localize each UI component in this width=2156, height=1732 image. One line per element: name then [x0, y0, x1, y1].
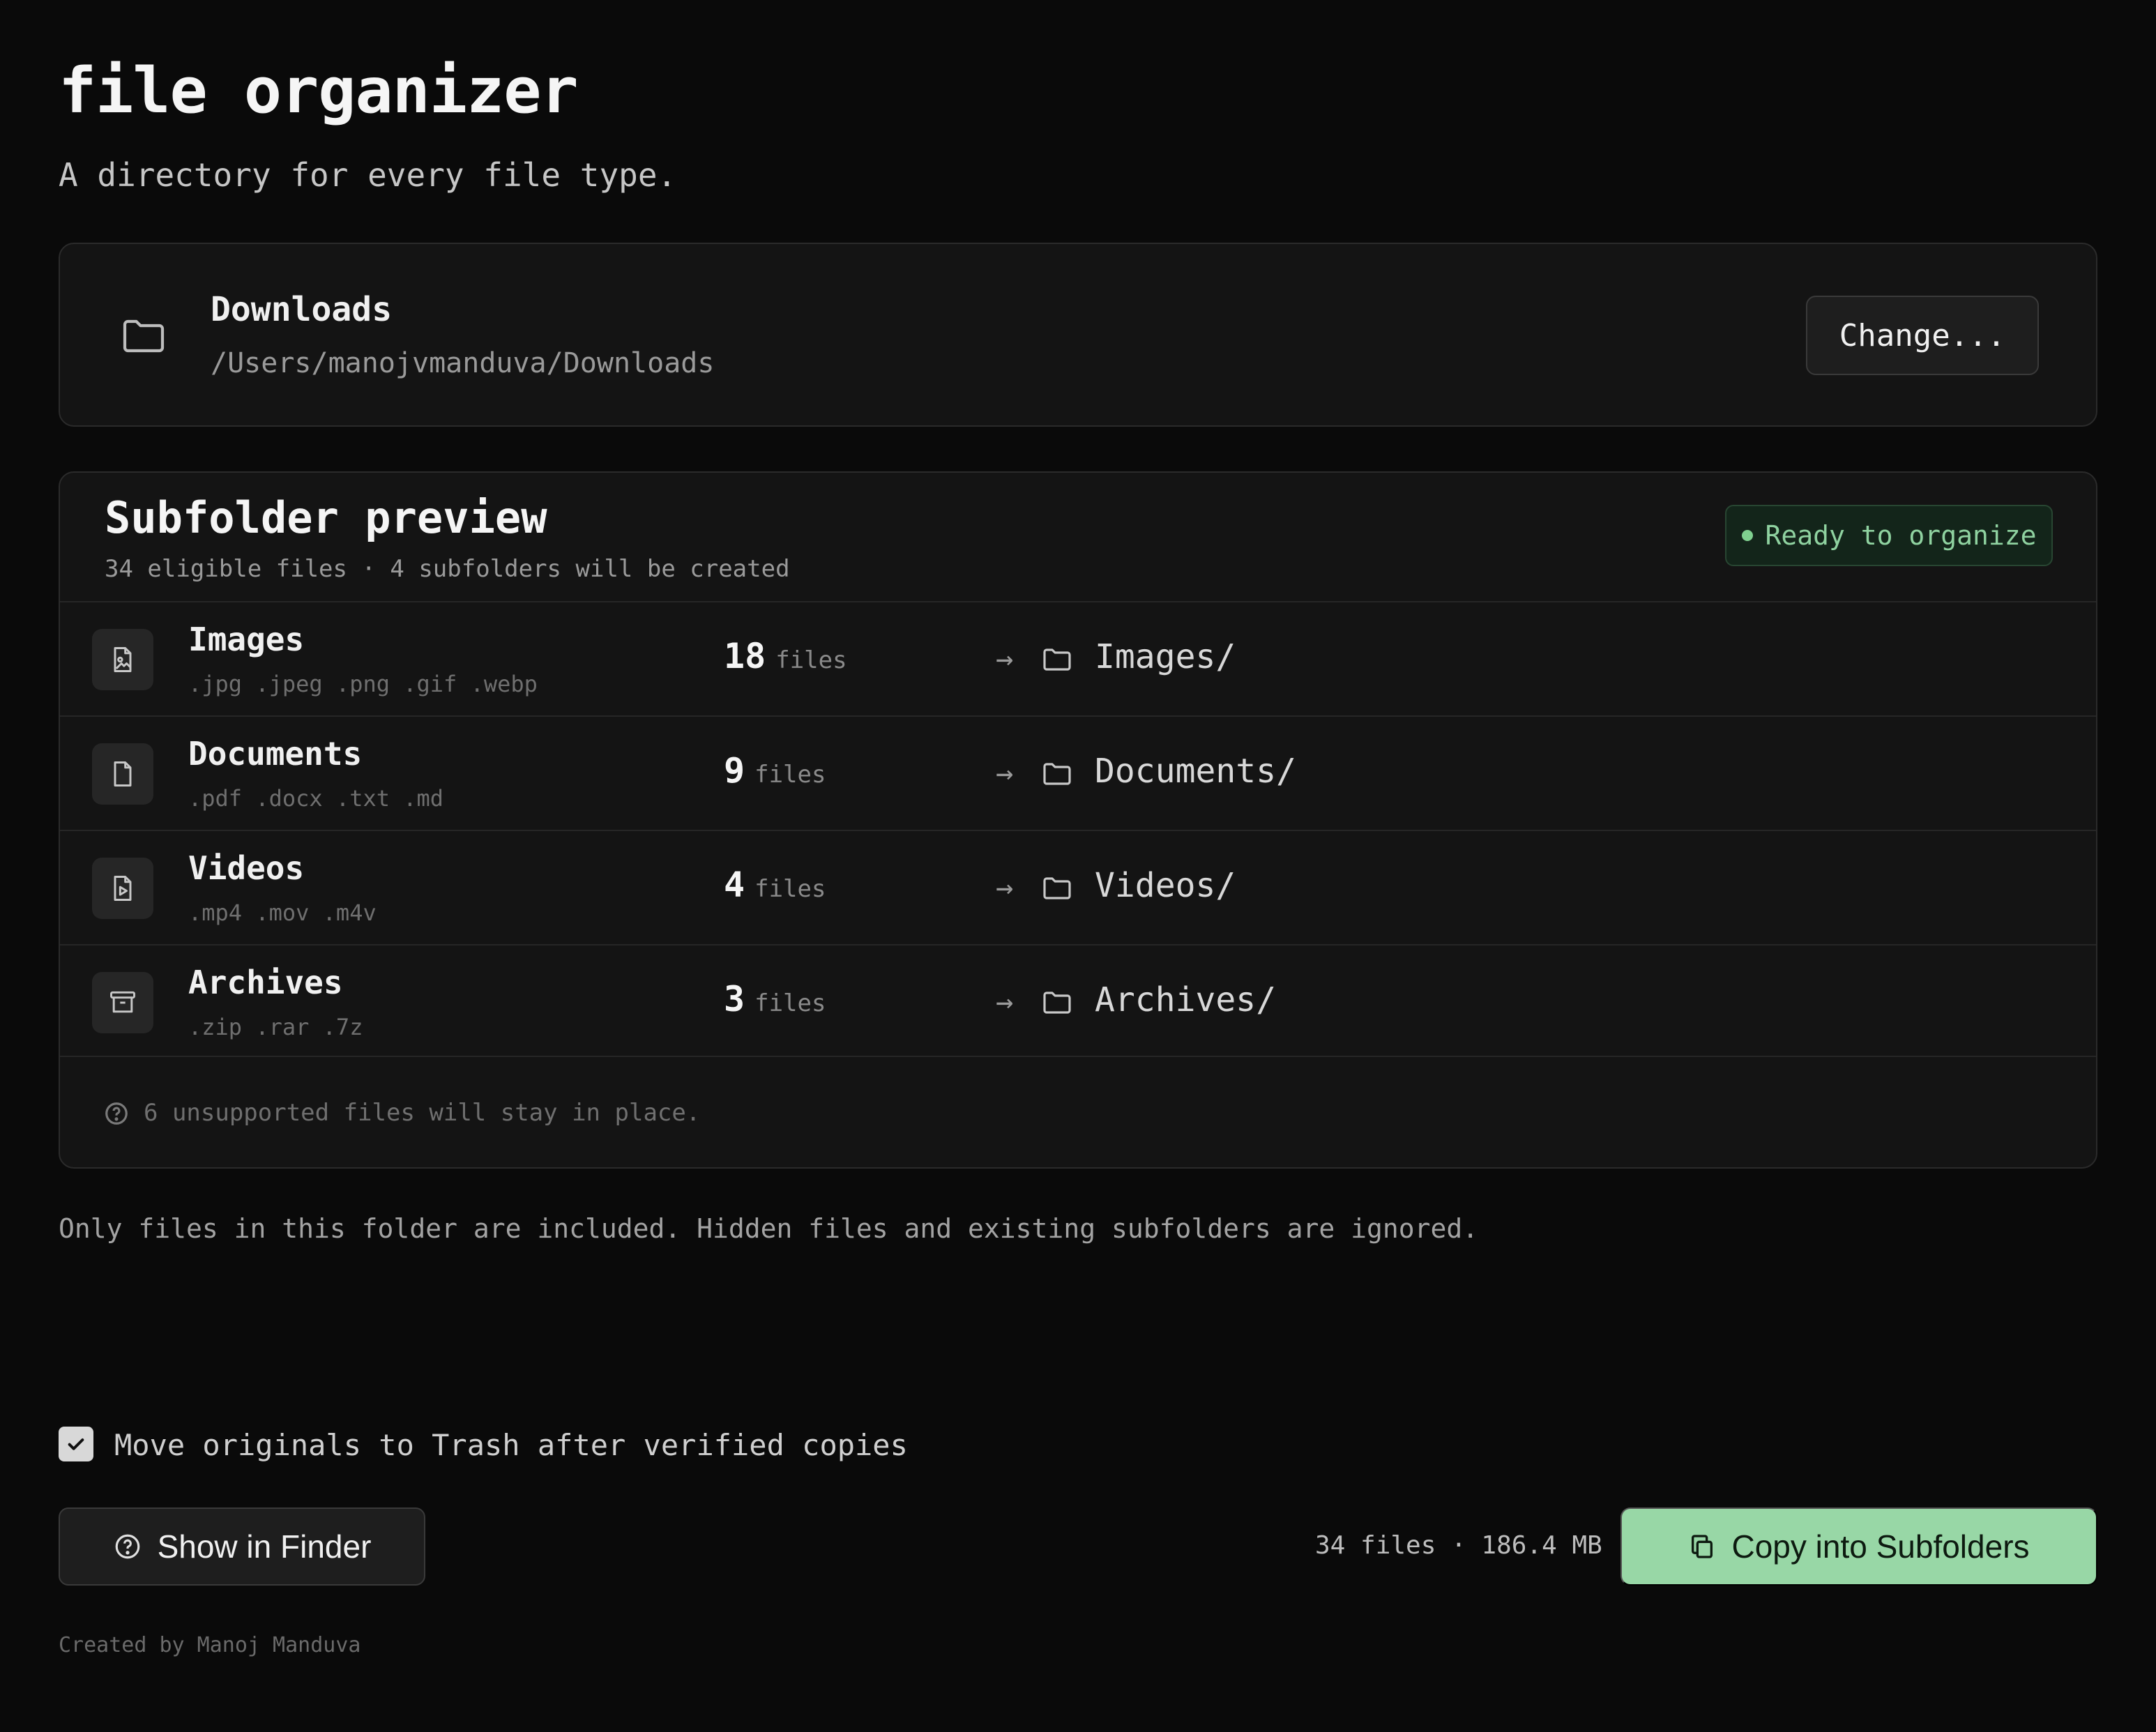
category-extensions: .zip .rar .7z: [188, 1014, 363, 1040]
status-badge: Ready to organize: [1725, 505, 2053, 566]
scope-info-text: Only files in this folder are included. …: [59, 1213, 1479, 1244]
destination-folder: Archives/: [1095, 980, 1277, 1019]
arrow-right-icon: →: [996, 985, 1014, 1019]
count-value: 3: [724, 979, 745, 1019]
app-window: file organizer A directory for every fil…: [0, 0, 2156, 1732]
video-file-icon: [92, 858, 153, 919]
unsupported-note: 6 unsupported files will stay in place.: [144, 1099, 701, 1127]
category-extensions: .mp4 .mov .m4v: [188, 899, 377, 926]
folder-icon: [1043, 877, 1071, 899]
category-row-documents: Documents .pdf .docx .txt .md 9 files → D…: [60, 715, 2096, 830]
trash-originals-label[interactable]: Move originals to Trash after verified c…: [114, 1428, 908, 1462]
subfolder-preview-card: Subfolder preview 34 eligible files · 4 …: [59, 471, 2097, 1169]
help-circle-icon: [115, 1534, 139, 1559]
count-value: 18: [724, 636, 766, 676]
change-folder-button[interactable]: Change...: [1806, 296, 2039, 375]
count-value: 9: [724, 750, 745, 791]
file-count: 3 files: [724, 979, 826, 1019]
source-folder-card: Downloads /Users/manojvmanduva/Downloads…: [59, 243, 2097, 427]
folder-icon: [1043, 992, 1071, 1014]
destination-folder: Images/: [1095, 637, 1236, 676]
file-count: 9 files: [724, 750, 826, 791]
status-text: Ready to organize: [1765, 520, 2037, 551]
arrow-right-icon: →: [996, 756, 1014, 790]
destination-folder: Documents/: [1095, 752, 1296, 791]
category-name: Images: [188, 621, 305, 658]
credit-text: Created by Manoj Manduva: [59, 1633, 361, 1657]
folder-icon: [123, 319, 165, 353]
document-file-icon: [92, 743, 153, 805]
count-value: 4: [724, 865, 745, 905]
trash-originals-checkbox[interactable]: [59, 1427, 93, 1461]
category-row-videos: Videos .mp4 .mov .m4v 4 files → Videos/: [60, 830, 2096, 944]
checkmark-icon: [68, 1438, 84, 1450]
category-extensions: .pdf .docx .txt .md: [188, 785, 444, 812]
category-name: Documents: [188, 735, 363, 773]
folder-name: Downloads: [211, 290, 393, 329]
category-extensions: .jpg .jpeg .png .gif .webp: [188, 671, 538, 697]
arrow-right-icon: →: [996, 641, 1014, 676]
preview-summary: 34 eligible files · 4 subfolders will be…: [105, 555, 790, 583]
folder-icon: [1043, 763, 1071, 785]
image-file-icon: [92, 629, 153, 690]
count-unit: files: [754, 761, 826, 789]
folder-path: /Users/manojvmanduva/Downloads: [211, 347, 715, 379]
selection-summary: 34 files · 186.4 MB: [1315, 1531, 1602, 1560]
arrow-right-icon: →: [996, 870, 1014, 904]
count-unit: files: [775, 646, 847, 674]
show-in-finder-button[interactable]: Show in Finder: [59, 1507, 425, 1586]
file-count: 4 files: [724, 865, 826, 905]
page-title: file organizer: [59, 54, 579, 128]
preview-footer: 6 unsupported files will stay in place.: [60, 1056, 2096, 1167]
copy-into-subfolders-button[interactable]: Copy into Subfolders: [1620, 1507, 2097, 1586]
status-dot-icon: [1741, 530, 1753, 541]
category-name: Videos: [188, 849, 305, 887]
preview-title: Subfolder preview: [105, 492, 547, 543]
count-unit: files: [754, 989, 826, 1017]
copy-button-label: Copy into Subfolders: [1731, 1528, 2030, 1565]
destination-folder: Videos/: [1095, 866, 1236, 905]
count-unit: files: [754, 875, 826, 903]
help-circle-icon: [105, 1102, 128, 1125]
archive-icon: [92, 972, 153, 1033]
category-row-images: Images .jpg .jpeg .png .gif .webp 18 file…: [60, 601, 2096, 715]
page-subtitle: A directory for every file type.: [59, 156, 677, 194]
file-count: 18 files: [724, 636, 847, 676]
preview-header: Subfolder preview 34 eligible files · 4 …: [60, 473, 2096, 601]
category-row-archives: Archives .zip .rar .7z 3 files → Archives…: [60, 944, 2096, 1058]
show-in-finder-label: Show in Finder: [157, 1528, 372, 1565]
copy-icon: [1692, 1535, 1713, 1558]
category-name: Archives: [188, 964, 343, 1001]
folder-icon: [1043, 648, 1071, 671]
